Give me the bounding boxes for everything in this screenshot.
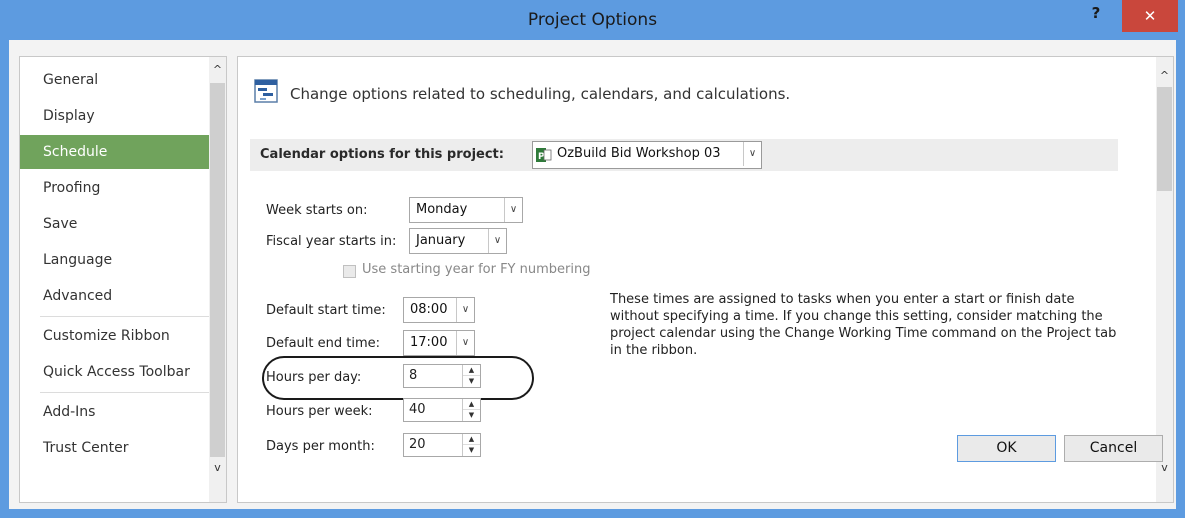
sidebar-item-trust-center[interactable]: Trust Center: [20, 431, 210, 465]
sidebar-item-general[interactable]: General: [20, 63, 210, 97]
close-button[interactable]: ✕: [1122, 0, 1178, 32]
title-bar: Project Options ? ✕: [0, 0, 1185, 40]
days-per-month-stepper[interactable]: 20 ▲ ▼: [403, 433, 481, 457]
sidebar-item-schedule[interactable]: Schedule: [20, 135, 210, 169]
calendar-options-label: Calendar options for this project:: [260, 147, 504, 162]
sidebar-item-display[interactable]: Display: [20, 99, 210, 133]
hours-per-week-value: 40: [409, 402, 426, 417]
fiscal-year-select[interactable]: January ∨: [409, 228, 507, 254]
fy-numbering-label: Use starting year for FY numbering: [362, 262, 591, 277]
default-end-label: Default end time:: [266, 336, 381, 351]
hours-per-week-label: Hours per week:: [266, 404, 373, 419]
project-select-value: OzBuild Bid Workshop 03: [557, 146, 721, 161]
hours-per-day-stepper[interactable]: 8 ▲ ▼: [403, 364, 481, 388]
schedule-icon: [254, 79, 278, 103]
sidebar-scroll-thumb[interactable]: [210, 83, 225, 457]
main-scroll-thumb[interactable]: [1157, 87, 1172, 191]
spin-down-icon[interactable]: ▼: [463, 445, 480, 456]
sidebar-scroll-down-icon[interactable]: v: [209, 459, 226, 476]
spin-buttons: ▲ ▼: [462, 365, 480, 387]
week-starts-select[interactable]: Monday ∨: [409, 197, 523, 223]
times-description: These times are assigned to tasks when y…: [610, 292, 1117, 358]
sidebar-item-add-ins[interactable]: Add-Ins: [20, 395, 210, 429]
week-starts-value: Monday: [416, 202, 468, 217]
days-per-month-label: Days per month:: [266, 439, 375, 454]
spin-buttons: ▲ ▼: [462, 399, 480, 421]
spin-up-icon[interactable]: ▲: [463, 399, 480, 410]
options-sidebar: General Display Schedule Proofing Save L…: [19, 56, 227, 503]
hours-per-day-value: 8: [409, 368, 418, 383]
spin-up-icon[interactable]: ▲: [463, 434, 480, 445]
ok-button[interactable]: OK: [957, 435, 1056, 462]
sidebar-item-language[interactable]: Language: [20, 243, 210, 277]
chevron-down-icon[interactable]: ∨: [456, 331, 474, 355]
sidebar-scroll-up-icon[interactable]: ^: [209, 61, 226, 78]
spin-buttons: ▲ ▼: [462, 434, 480, 456]
project-select[interactable]: P OzBuild Bid Workshop 03 ∨: [532, 141, 762, 169]
sidebar-divider: [40, 392, 210, 393]
panel-header-text: Change options related to scheduling, ca…: [290, 85, 791, 103]
sidebar-divider: [40, 316, 210, 317]
default-start-select[interactable]: 08:00 ∨: [403, 297, 475, 323]
chevron-down-icon[interactable]: ∨: [456, 298, 474, 322]
sidebar-item-quick-access-toolbar[interactable]: Quick Access Toolbar: [20, 355, 210, 389]
calendar-options-section: Calendar options for this project: P OzB…: [250, 139, 1118, 171]
sidebar-item-save[interactable]: Save: [20, 207, 210, 241]
sidebar-item-customize-ribbon[interactable]: Customize Ribbon: [20, 319, 210, 353]
spin-up-icon[interactable]: ▲: [463, 365, 480, 376]
help-button[interactable]: ?: [1085, 4, 1107, 28]
chevron-down-icon[interactable]: ∨: [504, 198, 522, 222]
cancel-button[interactable]: Cancel: [1064, 435, 1163, 462]
default-start-label: Default start time:: [266, 303, 386, 318]
sidebar-item-advanced[interactable]: Advanced: [20, 279, 210, 313]
week-starts-label: Week starts on:: [266, 203, 368, 218]
default-end-value: 17:00: [410, 335, 448, 350]
default-end-select[interactable]: 17:00 ∨: [403, 330, 475, 356]
spin-down-icon[interactable]: ▼: [463, 376, 480, 387]
default-start-value: 08:00: [410, 302, 448, 317]
hours-per-week-stepper[interactable]: 40 ▲ ▼: [403, 398, 481, 422]
sidebar-scrollbar[interactable]: ^ v: [209, 57, 226, 502]
days-per-month-value: 20: [409, 437, 426, 452]
main-scroll-up-icon[interactable]: ^: [1156, 67, 1173, 84]
fiscal-year-value: January: [416, 233, 466, 248]
project-file-icon: P: [536, 148, 552, 162]
chevron-down-icon[interactable]: ∨: [488, 229, 506, 253]
fy-numbering-checkbox[interactable]: [343, 265, 356, 278]
project-options-dialog: Project Options ? ✕ General Display Sche…: [0, 0, 1185, 518]
spin-down-icon[interactable]: ▼: [463, 410, 480, 421]
hours-per-day-label: Hours per day:: [266, 370, 362, 385]
window-title: Project Options: [527, 10, 658, 30]
fiscal-year-label: Fiscal year starts in:: [266, 234, 397, 249]
sidebar-item-proofing[interactable]: Proofing: [20, 171, 210, 205]
chevron-down-icon[interactable]: ∨: [743, 142, 761, 166]
